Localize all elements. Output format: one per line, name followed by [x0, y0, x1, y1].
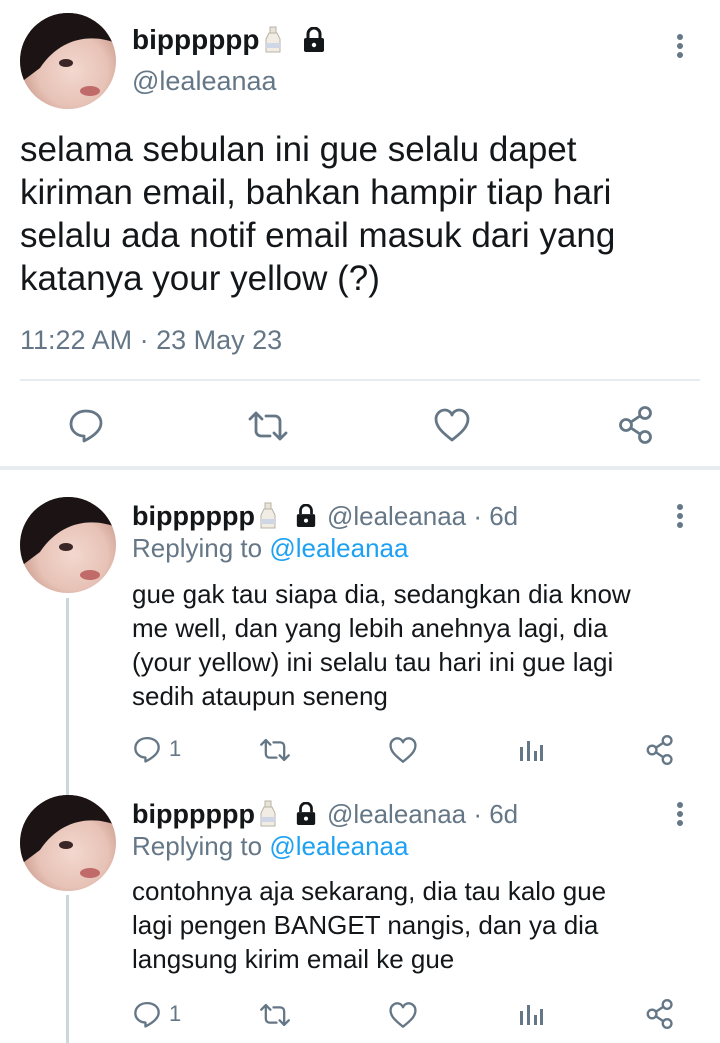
handle[interactable]: @lealeanaa [132, 66, 277, 97]
bottle-emoji-icon [262, 25, 284, 55]
display-name[interactable]: bipppppp [132, 24, 260, 56]
share-icon[interactable] [617, 405, 655, 445]
section-divider [0, 466, 720, 470]
display-name[interactable]: bipppppp [132, 799, 255, 830]
handle-time[interactable]: @lealeanaa · 6d [327, 799, 518, 830]
more-options-icon[interactable] [670, 800, 690, 828]
tweet-text: contohnya aja sekarang, dia tau kalo gue… [132, 874, 606, 976]
replying-to-link[interactable]: @lealeanaa [269, 533, 408, 563]
divider [20, 379, 700, 381]
like-icon[interactable] [388, 1001, 418, 1029]
replying-to-link[interactable]: @lealeanaa [269, 831, 408, 861]
avatar[interactable] [20, 497, 116, 593]
reply-icon[interactable]: 1 [133, 735, 181, 763]
tweet-text-line: gue gak tau siapa dia, sedangkan dia kno… [132, 579, 631, 609]
thread-line [66, 598, 69, 798]
timestamp[interactable]: 11:22 AM · 23 May 23 [20, 325, 282, 356]
tweet-text-line: selama sebulan ini gue selalu dapet [20, 130, 577, 169]
retweet-icon[interactable] [258, 1002, 292, 1028]
tweet-text: gue gak tau siapa dia, sedangkan dia kno… [132, 577, 631, 713]
more-options-icon[interactable] [670, 502, 690, 530]
tweet-text-line: langsung kirim email ke gue [132, 944, 455, 974]
handle-time[interactable]: @lealeanaa · 6d [327, 501, 518, 532]
lock-icon [302, 27, 326, 53]
like-icon[interactable] [388, 736, 418, 764]
retweet-icon[interactable] [258, 737, 292, 763]
analytics-icon[interactable] [518, 737, 544, 763]
tweet-text-line: lagi pengen BANGET nangis, dan ya dia [132, 910, 599, 940]
lock-icon [295, 504, 317, 528]
lock-icon [295, 802, 317, 826]
replying-to-label: Replying to [132, 533, 263, 563]
display-name[interactable]: bipppppp [132, 501, 255, 532]
analytics-icon[interactable] [518, 1001, 544, 1027]
retweet-icon[interactable] [246, 409, 290, 443]
tweet-text-line: contohnya aja sekarang, dia tau kalo gue [132, 876, 607, 906]
avatar[interactable] [20, 795, 116, 891]
share-icon[interactable] [645, 734, 675, 766]
replying-to: Replying to @lealeanaa [132, 533, 408, 564]
reply-count: 1 [169, 736, 182, 761]
tweet-text-line: (your yellow) ini selalu tau hari ini gu… [132, 647, 614, 677]
tweet-text-line: selalu ada notif email masuk dari yang [20, 216, 616, 255]
share-icon[interactable] [645, 998, 675, 1030]
reply-icon[interactable] [68, 407, 104, 443]
tweet-text-line: sedih ataupun seneng [132, 681, 388, 711]
reply-icon[interactable]: 1 [133, 1000, 181, 1028]
reply-count: 1 [169, 1001, 182, 1026]
tweet-text-line: me well, dan yang lebih anehnya lagi, di… [132, 613, 608, 643]
like-icon[interactable] [433, 407, 471, 443]
replying-to-label: Replying to [132, 831, 263, 861]
tweet-text-line: katanya your yellow (?) [20, 259, 380, 298]
tweet-text: selama sebulan ini gue selalu dapet kiri… [20, 128, 615, 300]
avatar[interactable] [20, 13, 116, 109]
bottle-emoji-icon [257, 501, 279, 531]
bottle-emoji-icon [257, 799, 279, 829]
replying-to: Replying to @lealeanaa [132, 831, 408, 862]
tweet-text-line: kiriman email, bahkan hampir tiap hari [20, 173, 612, 212]
thread-line [66, 895, 69, 1043]
more-options-icon[interactable] [670, 32, 690, 60]
